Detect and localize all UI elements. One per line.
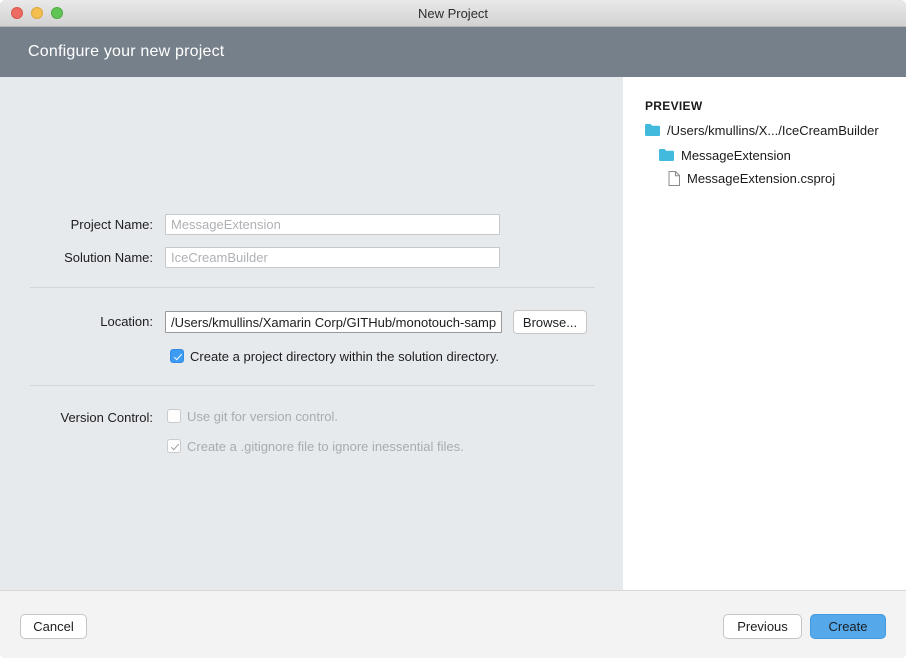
tree-item-solution-folder[interactable]: /Users/kmullins/X.../IceCreamBuilder — [645, 121, 879, 139]
footer-bar: Cancel Previous Create — [0, 590, 906, 658]
location-label: Location: — [0, 314, 153, 329]
create-button[interactable]: Create — [810, 614, 886, 639]
version-control-label: Version Control: — [0, 410, 153, 425]
wizard-header: Configure your new project — [0, 27, 906, 77]
solution-name-input[interactable] — [165, 247, 500, 268]
tree-item-csproj-file[interactable]: MessageExtension.csproj — [668, 169, 835, 187]
new-project-dialog: New Project Configure your new project P… — [0, 0, 906, 658]
preview-title: PREVIEW — [645, 99, 702, 113]
project-directory-checkbox[interactable] — [170, 349, 184, 363]
gitignore-checkbox[interactable] — [167, 439, 181, 453]
project-directory-checkbox-label[interactable]: Create a project directory within the so… — [190, 349, 499, 364]
use-git-checkbox-label[interactable]: Use git for version control. — [187, 409, 338, 424]
configure-form: Project Name: Solution Name: Location: B… — [0, 77, 623, 590]
browse-button[interactable]: Browse... — [513, 310, 587, 334]
separator — [30, 385, 595, 386]
solution-name-label: Solution Name: — [0, 250, 153, 265]
main-content: Project Name: Solution Name: Location: B… — [0, 77, 906, 590]
location-input[interactable] — [165, 311, 502, 333]
folder-icon — [645, 124, 660, 136]
titlebar: New Project — [0, 0, 906, 27]
tree-item-project-folder[interactable]: MessageExtension — [659, 146, 791, 164]
preview-pane: PREVIEW /Users/kmullins/X.../IceCreamBui… — [623, 77, 906, 590]
previous-button[interactable]: Previous — [723, 614, 802, 639]
folder-icon — [659, 149, 674, 161]
use-git-checkbox[interactable] — [167, 409, 181, 423]
cancel-button[interactable]: Cancel — [20, 614, 87, 639]
tree-item-label: MessageExtension.csproj — [687, 171, 835, 186]
tree-item-label: MessageExtension — [681, 148, 791, 163]
project-name-input[interactable] — [165, 214, 500, 235]
tree-item-label: /Users/kmullins/X.../IceCreamBuilder — [667, 123, 879, 138]
gitignore-checkbox-label[interactable]: Create a .gitignore file to ignore iness… — [187, 439, 464, 454]
window-title: New Project — [0, 0, 906, 27]
project-name-label: Project Name: — [0, 217, 153, 232]
file-icon — [668, 171, 680, 186]
separator — [30, 287, 595, 288]
page-title: Configure your new project — [28, 27, 224, 77]
